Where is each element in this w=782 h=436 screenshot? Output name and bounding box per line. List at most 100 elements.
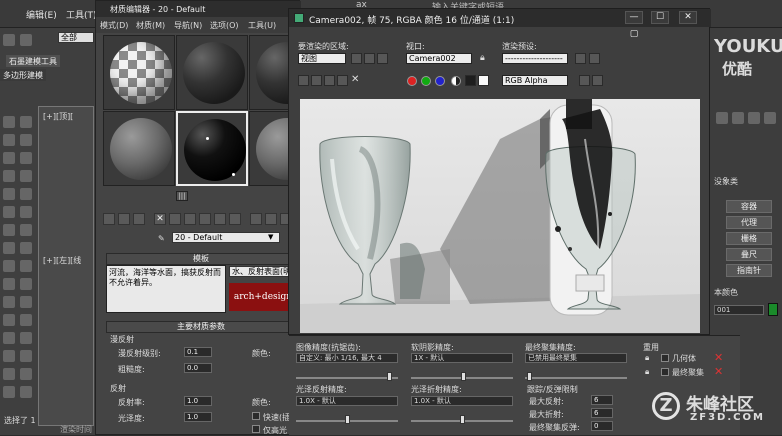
ribbon-tab-graphite[interactable]: 石墨建模工具: [6, 55, 60, 67]
material-slot[interactable]: [176, 35, 248, 110]
panel-tab-icon[interactable]: [764, 112, 776, 124]
viewport-panel[interactable]: [+][顶][ [+][左][线: [38, 106, 94, 426]
environment-icon[interactable]: [589, 53, 600, 64]
chevron-down-icon[interactable]: ▼: [268, 233, 278, 242]
diffuse-level-spinner[interactable]: 0.1: [184, 347, 212, 357]
clear-icon[interactable]: ✕: [351, 74, 359, 85]
menu-material[interactable]: 材质(M): [136, 20, 165, 31]
material-id-icon[interactable]: [214, 213, 226, 225]
close-icon[interactable]: ✕: [714, 352, 724, 363]
window-extra-icon[interactable]: ▢: [625, 29, 643, 42]
menu-navigation[interactable]: 导航(N): [174, 20, 202, 31]
panel-tab-icon[interactable]: [732, 112, 744, 124]
undo-icon[interactable]: [3, 34, 15, 46]
material-slot[interactable]: [103, 35, 175, 110]
render-image[interactable]: [300, 99, 700, 333]
fg-bounce-spinner[interactable]: 0: [591, 421, 613, 431]
close-button[interactable]: ✕: [679, 11, 697, 24]
tool-icon[interactable]: [3, 134, 15, 146]
tool-icon[interactable]: [3, 242, 15, 254]
lock-icon[interactable]: 🔒︎: [645, 353, 649, 363]
menu-edit[interactable]: 编辑(E): [26, 8, 57, 21]
show-end-icon[interactable]: [250, 213, 262, 225]
tool-icon[interactable]: [3, 278, 15, 290]
tool-icon[interactable]: [3, 368, 15, 380]
roughness-spinner[interactable]: 0.0: [184, 363, 212, 373]
edit-region-icon[interactable]: [351, 53, 362, 64]
tool-icon[interactable]: [20, 314, 32, 326]
tool-icon[interactable]: [3, 170, 15, 182]
fast-interpolate-checkbox[interactable]: [252, 412, 260, 420]
render-area-dropdown[interactable]: 视图: [298, 53, 346, 64]
tape-button[interactable]: 叠尺: [726, 248, 772, 261]
object-name-field[interactable]: 001: [714, 305, 764, 315]
maximize-button[interactable]: ☐: [651, 11, 669, 24]
put-to-scene-icon[interactable]: [118, 213, 130, 225]
proxy-button[interactable]: 代理: [726, 216, 772, 229]
highlight-only-checkbox[interactable]: [252, 425, 260, 433]
toggle-ui-icon[interactable]: [592, 75, 603, 86]
tool-icon[interactable]: [3, 296, 15, 308]
tool-icon[interactable]: [3, 332, 15, 344]
close-icon[interactable]: ✕: [714, 366, 724, 377]
tool-icon[interactable]: [20, 152, 32, 164]
tool-icon[interactable]: [20, 170, 32, 182]
lock-icon[interactable]: 🔒︎: [480, 53, 490, 64]
glossy-refract-field[interactable]: 1.0X - 默认: [411, 396, 513, 406]
aa-slider-track[interactable]: [296, 377, 398, 379]
tool-icon[interactable]: [3, 314, 15, 326]
tool-icon[interactable]: [3, 206, 15, 218]
copy-material-icon[interactable]: [169, 213, 181, 225]
blue-channel-toggle[interactable]: [435, 76, 445, 86]
material-name-field[interactable]: 20 - Default: [172, 232, 280, 243]
print-icon[interactable]: [337, 75, 348, 86]
tool-icon[interactable]: [20, 224, 32, 236]
put-library-icon[interactable]: [199, 213, 211, 225]
make-unique-icon[interactable]: [184, 213, 196, 225]
grid-button[interactable]: 栅格: [726, 232, 772, 245]
tool-icon[interactable]: [20, 188, 32, 200]
tool-icon[interactable]: [20, 260, 32, 272]
final-gather-slider-track[interactable]: [525, 377, 627, 379]
glossiness-spinner[interactable]: 1.0: [184, 412, 212, 422]
green-channel-toggle[interactable]: [421, 76, 431, 86]
panel-tab-icon[interactable]: [716, 112, 728, 124]
material-slot-active[interactable]: [176, 111, 248, 186]
tool-icon[interactable]: [20, 386, 32, 398]
show-map-icon[interactable]: [229, 213, 241, 225]
red-channel-toggle[interactable]: [407, 76, 417, 86]
tool-icon[interactable]: [20, 278, 32, 290]
aa-value-field[interactable]: 自定义: 最小 1/16, 最大 4: [296, 353, 398, 363]
max-refract-spinner[interactable]: 6: [591, 408, 613, 418]
display-channel-icon[interactable]: [579, 75, 590, 86]
alpha-channel-toggle[interactable]: [451, 76, 461, 86]
max-reflect-spinner[interactable]: 6: [591, 395, 613, 405]
tool-icon[interactable]: [3, 116, 15, 128]
reflectivity-spinner[interactable]: 1.0: [184, 396, 212, 406]
render-setup-icon[interactable]: [575, 53, 586, 64]
final-gather-slider-thumb[interactable]: [527, 372, 532, 381]
container-button[interactable]: 容器: [726, 200, 772, 213]
slot-scroll-handle[interactable]: |||: [176, 191, 188, 201]
rollout-main-header[interactable]: 主要材质参数: [106, 321, 296, 333]
render-preset-dropdown[interactable]: --------------------: [502, 53, 568, 64]
tool-icon[interactable]: [20, 332, 32, 344]
tool-icon[interactable]: [20, 134, 32, 146]
glossy-reflect-field[interactable]: 1.0X - 默认: [296, 396, 398, 406]
rollout-template-header[interactable]: 模板: [106, 253, 296, 265]
selection-filter-dropdown[interactable]: 全部: [58, 32, 94, 43]
get-material-icon[interactable]: [103, 213, 115, 225]
assign-material-icon[interactable]: [133, 213, 145, 225]
render-window-titlebar[interactable]: Camera002, 帧 75, RGBA 颜色 16 位/通道 (1:1) —…: [289, 9, 711, 27]
final-gather-reuse-checkbox[interactable]: [661, 368, 669, 376]
aa-slider-thumb[interactable]: [387, 372, 392, 381]
lock-icon[interactable]: 🔒︎: [645, 367, 649, 377]
eyedropper-icon[interactable]: ✎: [158, 234, 166, 243]
menu-utilities[interactable]: 工具(U): [248, 20, 276, 31]
menu-tools[interactable]: 工具(T): [66, 8, 97, 21]
redo-icon[interactable]: [20, 34, 32, 46]
panel-tab-icon[interactable]: [748, 112, 760, 124]
menu-mode[interactable]: 模式(D): [100, 20, 128, 31]
object-color-swatch[interactable]: [768, 303, 778, 316]
mono-toggle-icon[interactable]: [465, 75, 476, 86]
